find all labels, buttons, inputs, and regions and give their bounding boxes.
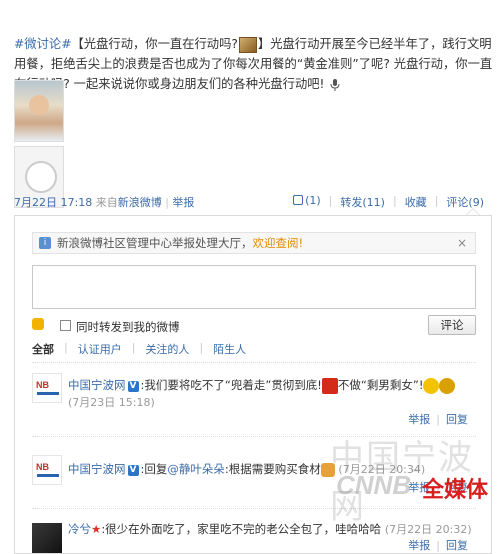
comment-actions: 举报 | 回复 — [408, 539, 468, 552]
post-time[interactable]: 7月22日 17:18 — [14, 196, 92, 209]
food-emoji-icon — [238, 36, 257, 53]
notice-text: 新浪微博社区管理中心举报处理大厅， — [57, 236, 253, 250]
watermark-logo: CNNB — [336, 470, 412, 500]
avatar[interactable] — [32, 455, 62, 485]
composer-toolbar: 同时转发到我的微博 评论 — [32, 315, 476, 336]
notice-link[interactable]: 欢迎查阅! — [253, 236, 304, 250]
comment-time: (7月22日 20:32) — [384, 523, 472, 536]
face-emoji-icon — [423, 377, 440, 394]
watermark-badge: 全媒体 — [422, 478, 489, 503]
post-title-end: 】 — [257, 37, 271, 51]
comment-row: 冷兮★:很少在外面吃了，家里吃不完的老公全包了，哇哈哈哈 (7月22日 20:3… — [32, 508, 476, 554]
post-title: 【光盘行动，你一直在行动吗? — [71, 37, 238, 51]
repost-checkbox[interactable] — [60, 320, 71, 331]
favorite-button[interactable]: 收藏 — [397, 194, 435, 210]
verified-badge: V — [127, 381, 139, 392]
post-text: #微讨论#【光盘行动，你一直在行动吗? 】光盘行动开展至今已经半年了，践行文明用餐… — [14, 34, 494, 94]
filter-following[interactable]: 关注的人 — [135, 341, 199, 357]
comment-time: (7月23日 15:18) — [68, 395, 155, 409]
comment-body: :我们要将吃不了“兜着走”贯彻到底! — [140, 378, 322, 392]
report-link[interactable]: 举报 — [408, 413, 430, 426]
comment-filters: 全部 | 认证用户 | 关注的人 | 陌生人 — [32, 341, 256, 357]
verified-badge: V — [127, 465, 139, 476]
notice-bar: i 新浪微博社区管理中心举报处理大厅，欢迎查阅! × — [32, 232, 476, 254]
submit-comment-button[interactable]: 评论 — [428, 315, 476, 335]
from-label: 来自 — [95, 196, 118, 209]
comment-row: 中国宁波网V:我们要将吃不了“兜着走”贯彻到底! 不做“剩男剩女”! (7月23日… — [32, 362, 476, 430]
post-actions: (1) | 转发(11) | 收藏 | 评论(9) — [285, 194, 492, 210]
comment-body: :根据需要购买食材 — [224, 462, 321, 476]
report-link[interactable]: 举报 — [172, 196, 194, 209]
star-icon: ★ — [91, 522, 102, 536]
comment-author[interactable]: 冷兮 — [68, 522, 91, 536]
reply-link[interactable]: 回复 — [446, 413, 468, 426]
filter-strangers[interactable]: 陌生人 — [203, 341, 256, 357]
comment-author[interactable]: 中国宁波网 — [68, 462, 126, 476]
red-emoji-icon — [321, 377, 338, 394]
mention-link[interactable]: @静叶朵朵 — [167, 462, 225, 476]
post-images — [14, 80, 64, 208]
avatar[interactable] — [32, 373, 62, 403]
filter-verified[interactable]: 认证用户 — [68, 341, 132, 357]
hashtag-link[interactable]: #微讨论# — [14, 37, 72, 51]
comment-text: 中国宁波网 V:我们要将吃不了“兜着走”贯彻到底! 不做“剩男剩女”! (7月23日… — [68, 377, 476, 411]
comment-input[interactable] — [32, 265, 476, 309]
reply-prefix: :回复 — [140, 462, 168, 476]
like-button[interactable]: (1) — [285, 194, 329, 210]
report-link[interactable]: 举报 — [408, 539, 430, 552]
repost-button[interactable]: 转发(11) — [332, 194, 393, 210]
close-icon[interactable]: × — [457, 233, 467, 253]
filter-all[interactable]: 全部 — [32, 341, 64, 357]
source-link[interactable]: 新浪微博 — [118, 196, 162, 209]
avatar[interactable] — [32, 523, 62, 553]
comment-body: :很少在外面吃了，家里吃不完的老公全包了，哇哈哈哈 — [101, 522, 382, 536]
comment-body-2: 不做“剩男剩女”! — [337, 378, 424, 392]
panel-caret — [466, 208, 480, 215]
info-icon: i — [39, 237, 51, 249]
comment-author[interactable]: 中国宁波网 — [68, 378, 126, 392]
sunglasses-emoji-icon — [439, 377, 456, 394]
baby-thumbnail[interactable] — [14, 80, 64, 142]
thumbs-up-emoji-icon — [320, 462, 335, 477]
comment-actions: 举报 | 回复 — [408, 413, 468, 426]
microphone-icon — [330, 78, 340, 91]
thumbs-up-icon — [293, 195, 304, 205]
comment-text: 冷兮★:很少在外面吃了，家里吃不完的老公全包了，哇哈哈哈 (7月22日 20:3… — [68, 521, 476, 538]
repost-checkbox-label: 同时转发到我的微博 — [76, 320, 180, 334]
reply-link[interactable]: 回复 — [446, 539, 468, 552]
post-meta: 7月22日 17:18 来自新浪微博 | 举报 — [14, 196, 195, 209]
comment-text: 中国宁波网 V:回复@静叶朵朵:根据需要购买食材 (7月22日 20:34) — [68, 461, 476, 478]
emoticon-icon[interactable] — [32, 318, 44, 330]
like-count: (1) — [305, 194, 321, 207]
